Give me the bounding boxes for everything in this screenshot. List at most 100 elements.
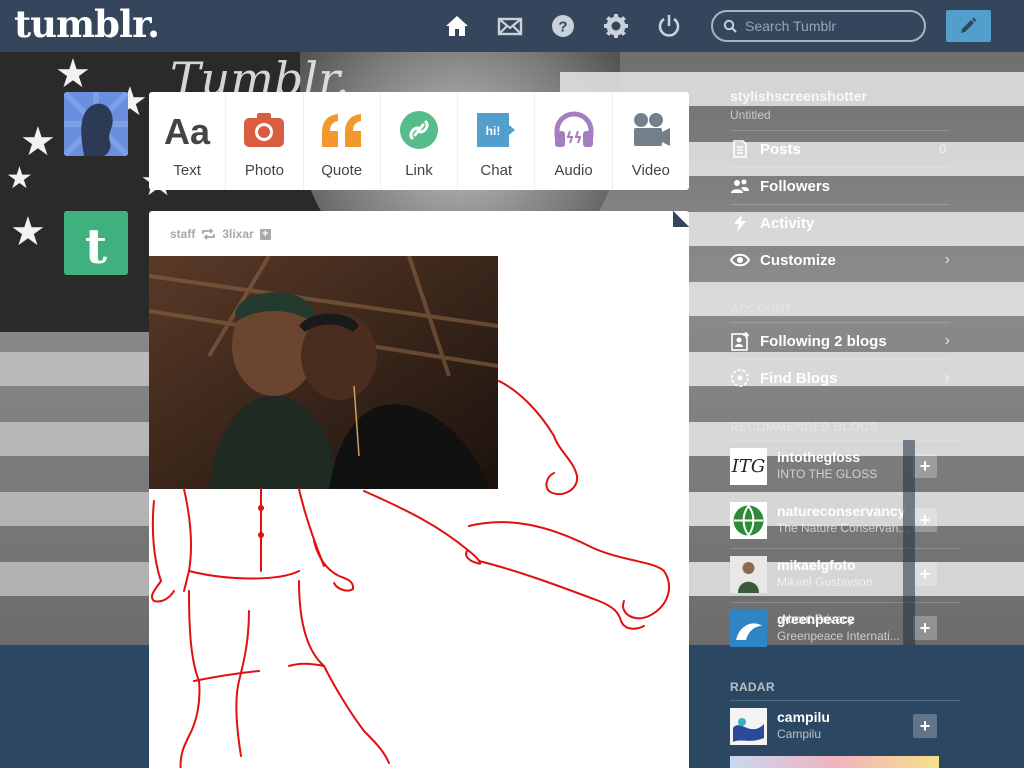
sidebar-item-label: Followers [760, 177, 831, 195]
blog-name[interactable]: campilu [777, 709, 830, 725]
chevron-right-icon: › [944, 251, 950, 268]
blog-name[interactable]: mikaelgfoto [777, 557, 856, 573]
post-type-label: Video [631, 162, 670, 179]
search-icon [723, 19, 737, 33]
blog-subtitle: The Nature Conservan... [777, 521, 909, 535]
footer-links[interactable]: About Privacy [780, 612, 854, 626]
sidebar-item-followers[interactable]: Followers [730, 167, 950, 204]
sidebar-username[interactable]: stylishscreenshotter [730, 88, 867, 104]
blog-avatar [730, 610, 767, 647]
dashboard-post: staff 3lixar + [149, 211, 689, 768]
recommended-blog[interactable]: ITG intothegloss INTO THE GLOSS + [730, 440, 960, 494]
svg-text:?: ? [558, 19, 567, 36]
sidebar-item-label: Following 2 blogs [760, 332, 887, 350]
compose-button[interactable] [946, 10, 991, 42]
power-icon[interactable] [656, 13, 682, 39]
blog-name[interactable]: natureconservancy [777, 503, 905, 519]
svg-text:t: t [85, 219, 107, 275]
follow-button[interactable]: + [913, 562, 937, 586]
scroll-shadow [903, 440, 915, 645]
recommended-section-header: RECOMMENDED BLOGS [730, 420, 878, 434]
sidebar-item-following[interactable]: Following 2 blogs › [730, 322, 950, 359]
sidebar-item-label: Activity [760, 214, 815, 232]
mail-icon[interactable] [497, 13, 523, 39]
star-shape: ★ [10, 210, 46, 254]
blog-avatar [730, 708, 767, 745]
sidebar-item-find-blogs[interactable]: Find Blogs › [730, 359, 950, 396]
text-icon: Aa [149, 110, 225, 150]
account-section-header: ACCOUNT [730, 302, 793, 316]
post-type-quote[interactable]: Quote [304, 92, 381, 190]
post-type-link[interactable]: Link [381, 92, 459, 190]
blog-avatar [730, 502, 767, 539]
post-type-bar: Aa Text Photo Quote Link hi! Chat Audio [149, 92, 689, 190]
help-icon[interactable]: ? [550, 13, 576, 39]
follow-button[interactable]: + [913, 508, 937, 532]
gear-icon[interactable] [603, 13, 629, 39]
camera-icon [226, 110, 302, 150]
svg-text:hi!: hi! [486, 124, 501, 138]
blog-avatar [730, 556, 767, 593]
add-user-icon [731, 332, 749, 351]
recommended-blog[interactable]: mikaelgfoto Mikael Gustavson + [730, 548, 960, 602]
link-icon [381, 110, 457, 150]
sidebar-item-label: Posts [760, 140, 801, 158]
post-type-label: Audio [554, 162, 593, 179]
star-shape: ★ [55, 52, 91, 96]
radar-section-header: RADAR [730, 680, 775, 694]
chevron-right-icon: › [944, 369, 950, 386]
home-icon[interactable] [444, 13, 470, 39]
pencil-icon [961, 17, 977, 33]
tumblr-logo[interactable]: tumblr. [14, 2, 160, 46]
top-navigation-bar: tumblr. ? [0, 0, 1024, 52]
document-icon [733, 140, 747, 158]
blog-subtitle: Mikael Gustavson [777, 575, 873, 589]
blog-name[interactable]: intothegloss [777, 449, 860, 465]
post-type-label: Photo [244, 162, 285, 179]
blog-subtitle: Greenpeace Internati... [777, 629, 900, 643]
video-camera-icon [613, 110, 689, 150]
search-input[interactable] [745, 17, 915, 35]
search-box[interactable] [711, 10, 926, 42]
post-type-audio[interactable]: Audio [535, 92, 613, 190]
red-sketch-drawing [151, 380, 670, 768]
star-shape: ★ [20, 120, 56, 164]
post-type-text[interactable]: Aa Text [149, 92, 227, 190]
user-avatar[interactable] [64, 92, 128, 156]
chat-icon: hi! [458, 110, 534, 150]
post-type-label: Text [173, 162, 201, 179]
recommended-blog[interactable]: greenpeace Greenpeace Internati... + [730, 602, 960, 656]
sidebar-item-activity[interactable]: Activity [730, 204, 950, 241]
headphones-icon [535, 110, 611, 150]
sidebar-blog-title: Untitled [730, 108, 771, 122]
sidebar-item-customize[interactable]: Customize › [730, 241, 950, 278]
eye-icon [730, 253, 750, 267]
lightning-icon [734, 214, 746, 232]
follow-button[interactable]: + [913, 454, 937, 478]
follow-button[interactable]: + [913, 714, 937, 738]
radar-blog[interactable]: campilu Campilu + [730, 700, 960, 754]
sidebar-item-posts[interactable]: Posts 0 [730, 130, 950, 167]
radar-post-preview[interactable] [730, 756, 939, 768]
compass-icon [731, 369, 749, 387]
post-type-chat[interactable]: hi! Chat [458, 92, 536, 190]
blog-avatar: ITG [730, 448, 767, 485]
quote-icon [304, 110, 380, 150]
post-type-video[interactable]: Video [613, 92, 689, 190]
follow-button[interactable]: + [913, 616, 937, 640]
sidebar-item-label: Customize [760, 251, 836, 269]
post-type-photo[interactable]: Photo [226, 92, 304, 190]
blog-subtitle: Campilu [777, 727, 822, 741]
sidebar-item-count: 0 [939, 142, 946, 156]
star-shape: ★ [6, 162, 33, 195]
sidebar-item-label: Find Blogs [760, 369, 838, 387]
people-icon [731, 179, 749, 193]
chevron-right-icon: › [944, 332, 950, 349]
svg-text:Aa: Aa [164, 111, 211, 150]
staff-avatar[interactable]: t [64, 211, 128, 275]
post-type-label: Link [405, 162, 433, 179]
post-type-label: Quote [321, 162, 363, 179]
post-type-label: Chat [480, 162, 513, 179]
recommended-blog[interactable]: natureconservancy The Nature Conservan..… [730, 494, 960, 548]
blog-subtitle: INTO THE GLOSS [777, 467, 878, 481]
